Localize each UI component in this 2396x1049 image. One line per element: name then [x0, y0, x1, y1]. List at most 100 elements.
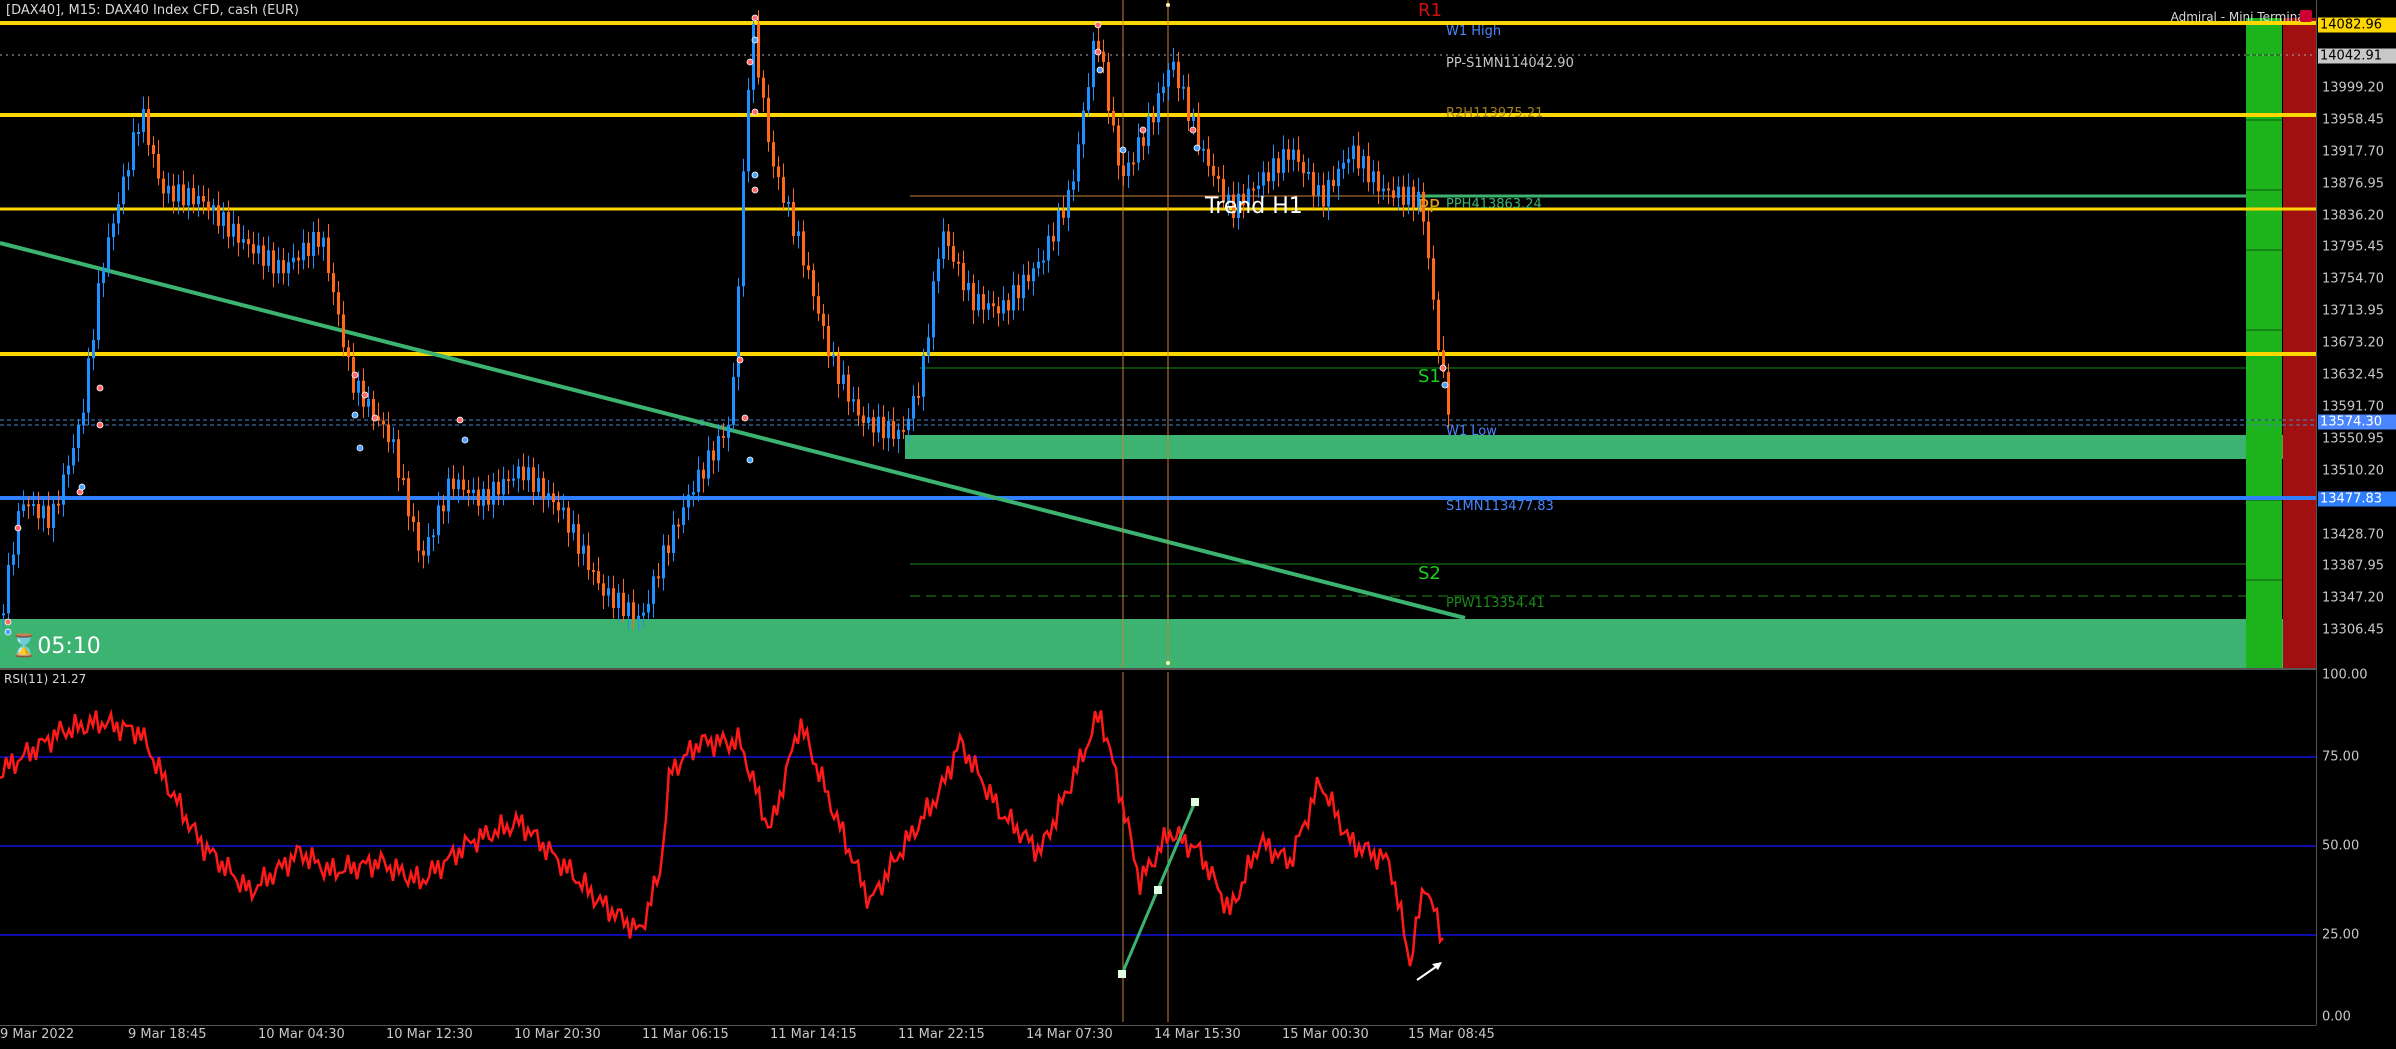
rsi-tick-label: 50.00 [2322, 838, 2360, 854]
price-tick-label: 13917.70 [2322, 144, 2385, 160]
candle-body [387, 424, 390, 443]
candle-body [627, 602, 630, 617]
candle-body [1372, 171, 1375, 183]
candle-body [1147, 116, 1150, 146]
candle-body [1427, 221, 1430, 259]
mini-terminal-label[interactable]: Admiral - Mini Terminal [2171, 10, 2308, 24]
candle-body [1007, 300, 1010, 311]
candle-body [1342, 162, 1345, 169]
time-tick-label: 11 Mar 14:15 [770, 1027, 857, 1042]
candle-body [347, 347, 350, 358]
price-highlight-current: 13574.30 [2318, 414, 2396, 430]
price-tick-label: 13713.95 [2322, 303, 2385, 319]
price-tick-label: 13306.45 [2322, 622, 2385, 638]
candle-body [1297, 149, 1300, 162]
candle-body [692, 492, 695, 495]
candle-body [767, 97, 770, 143]
rsi-chart[interactable] [0, 672, 2316, 1022]
candle-body [682, 507, 685, 525]
candle-body [127, 170, 130, 177]
candle-body [1177, 61, 1180, 89]
candle-body [1067, 189, 1070, 218]
candle-body [487, 489, 490, 505]
candle-body [1037, 261, 1040, 269]
candle-body [742, 171, 745, 287]
time-tick-label: 10 Mar 20:30 [514, 1027, 601, 1042]
candle-body [992, 303, 995, 307]
vertical-marker-handle-bottom[interactable] [1166, 661, 1170, 665]
rsi-tick-label: 75.00 [2322, 749, 2360, 765]
rsi-trendline-handle-1[interactable] [1118, 970, 1126, 978]
mini-terminal-icon[interactable] [2300, 10, 2312, 22]
candle-body [422, 550, 425, 556]
candle-body [1362, 156, 1365, 169]
label-pp: PP [1418, 196, 1440, 217]
candle-body [947, 231, 950, 247]
candle-body [1402, 186, 1405, 205]
candle-body [882, 416, 885, 439]
candle-body [802, 231, 805, 266]
candle-body [1092, 40, 1095, 88]
candle-body [1167, 69, 1170, 87]
candle-body [317, 232, 320, 247]
vertical-marker-handle-top[interactable] [1166, 3, 1170, 7]
rsi-trendline-handle-2[interactable] [1154, 886, 1162, 894]
candle-body [1437, 299, 1440, 351]
candle-body [1352, 145, 1355, 160]
candle-body [312, 232, 315, 256]
candle-body [527, 467, 530, 481]
candle-body [47, 505, 50, 528]
price-tick-label: 13876.95 [2322, 176, 2385, 192]
price-tick-label: 13510.20 [2322, 463, 2385, 479]
candle-body [237, 223, 240, 243]
candle-body [807, 265, 810, 271]
candle-body [17, 511, 20, 555]
candle-body [357, 380, 360, 393]
price-highlight-top2: 14042.91 [2318, 48, 2396, 64]
pane-separator[interactable] [0, 668, 2316, 670]
candle-body [157, 153, 160, 179]
candle-body [952, 246, 955, 262]
rsi-line [0, 708, 1444, 967]
candle-body [102, 269, 105, 284]
candle-body [1077, 144, 1080, 182]
price-tick-label: 13632.45 [2322, 367, 2385, 383]
candle-body [567, 507, 570, 533]
candle-body [1137, 137, 1140, 163]
candle-body [1212, 165, 1215, 176]
candle-body [1182, 86, 1185, 89]
candle-body [617, 592, 620, 609]
candle-body [1027, 274, 1030, 282]
candle-body [1072, 181, 1075, 190]
time-tick-label: 14 Mar 15:30 [1154, 1027, 1241, 1042]
candle-body [412, 516, 415, 523]
candle-body [1107, 62, 1110, 111]
candle-body [667, 545, 670, 553]
label-s1: S1 [1418, 366, 1441, 387]
candle-body [1132, 162, 1135, 165]
candle-body [1017, 285, 1020, 299]
label-s1mn: S1MN113477.83 [1446, 499, 1554, 514]
price-highlight-top: 14082.96 [2318, 17, 2396, 33]
candle-body [827, 325, 830, 357]
candle-body [902, 429, 905, 432]
candle-body [37, 504, 40, 519]
candle-body [337, 292, 340, 315]
time-tick-label: 10 Mar 04:30 [258, 1027, 345, 1042]
candle-body [227, 212, 230, 237]
candle-body [232, 223, 235, 237]
price-chart[interactable] [0, 0, 2316, 668]
candle-body [797, 231, 800, 236]
candle-body [1002, 300, 1005, 314]
candle-body [402, 477, 405, 480]
candle-body [212, 205, 215, 211]
candle-body [677, 524, 680, 527]
rsi-trendline-handle-3[interactable] [1191, 798, 1199, 806]
candle-body [1022, 274, 1025, 299]
candle-body [1042, 260, 1045, 263]
candle-body [1397, 186, 1400, 198]
candle-body [792, 201, 795, 236]
trend-line-h1[interactable] [0, 241, 1466, 620]
candle-body [407, 478, 410, 517]
candle-body [747, 89, 750, 172]
